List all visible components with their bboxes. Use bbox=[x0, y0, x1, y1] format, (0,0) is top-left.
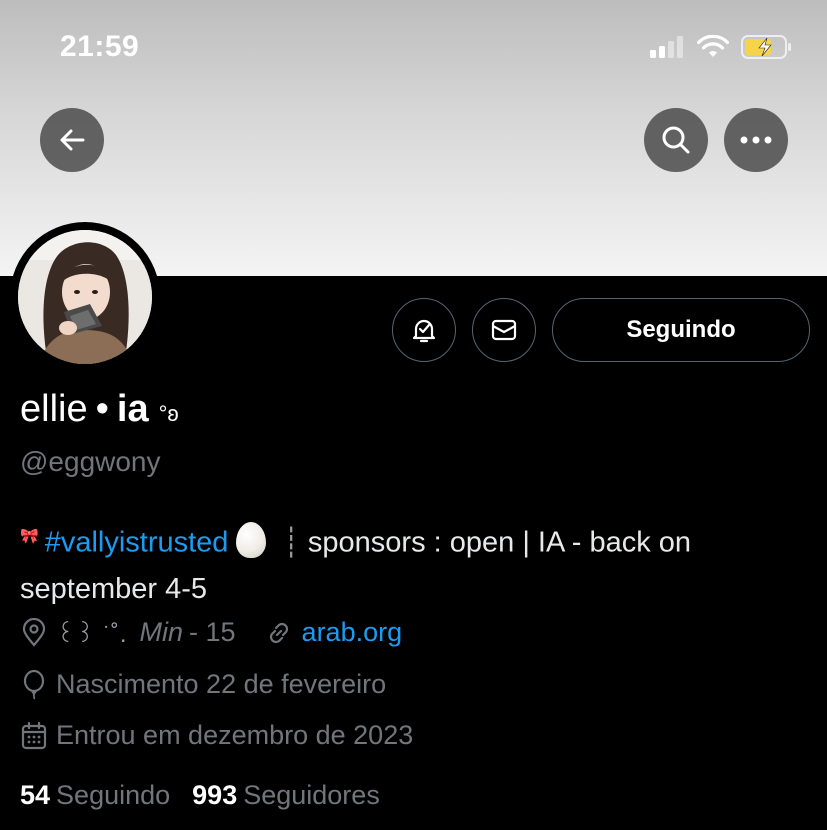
wifi-icon bbox=[697, 35, 729, 57]
joined-text: Entrou em dezembro de 2023 bbox=[56, 720, 414, 750]
name-part2: ia bbox=[116, 388, 149, 430]
following-label: Seguindo bbox=[56, 780, 171, 810]
name-separator: • bbox=[95, 388, 109, 430]
name-decoration: °ʚ bbox=[158, 401, 179, 426]
location-min: Min bbox=[139, 617, 184, 647]
back-arrow-icon bbox=[60, 129, 85, 151]
profile-handle: @eggwony bbox=[20, 446, 161, 477]
follow-stats: 54 Seguindo 993 Seguidores bbox=[20, 780, 380, 811]
avatar[interactable] bbox=[18, 230, 152, 364]
notifications-button[interactable] bbox=[392, 298, 456, 362]
followers-count: 993 bbox=[192, 780, 238, 810]
display-name: ellie • ia °ʚ bbox=[20, 388, 179, 431]
joined-row: Entrou em dezembro de 2023 bbox=[20, 720, 413, 751]
message-icon bbox=[491, 319, 517, 341]
more-options-button[interactable] bbox=[724, 108, 788, 172]
bio-hashtag-link[interactable]: #vallyistrusted bbox=[45, 527, 229, 559]
location-icon bbox=[22, 617, 46, 647]
bio-separator: ┊ bbox=[282, 526, 300, 559]
search-button[interactable] bbox=[644, 108, 708, 172]
website-link[interactable]: arab.org bbox=[302, 617, 403, 648]
following-stat[interactable]: 54 Seguindo bbox=[20, 780, 170, 811]
followers-stat[interactable]: 993 Seguidores bbox=[192, 780, 380, 811]
following-button[interactable]: Seguindo bbox=[552, 298, 810, 362]
birthday-icon bbox=[23, 669, 45, 700]
location-decoration: ꒰꒱ ͘ ˚. bbox=[56, 621, 128, 648]
birthday-row: Nascimento 22 de fevereiro bbox=[20, 668, 386, 700]
name-part1: ellie bbox=[20, 388, 88, 430]
notification-icon bbox=[412, 319, 436, 343]
egg-emoji bbox=[236, 521, 267, 558]
followers-label: Seguidores bbox=[243, 780, 380, 810]
back-button[interactable] bbox=[40, 108, 104, 172]
avatar-ring[interactable] bbox=[10, 222, 160, 372]
profile-bio: 🎀 #vallyistrusted ┊ sponsors : open | IA - … bbox=[20, 514, 810, 612]
signal-icon bbox=[650, 36, 683, 58]
calendar-icon bbox=[21, 721, 47, 749]
status-time: 21:59 bbox=[60, 30, 140, 63]
ribbon-emoji: 🎀 bbox=[20, 528, 39, 545]
message-button[interactable] bbox=[472, 298, 536, 362]
location-rest: - 15 bbox=[189, 617, 236, 647]
birthday-text: Nascimento 22 de fevereiro bbox=[56, 668, 387, 699]
following-count: 54 bbox=[20, 780, 51, 810]
link-icon bbox=[269, 622, 288, 643]
battery-icon bbox=[741, 35, 791, 59]
status-icons bbox=[649, 34, 793, 60]
location-row: ꒰꒱ ͘ ˚. Min - 15 arab.org bbox=[20, 616, 402, 649]
more-icon bbox=[740, 136, 772, 144]
search-icon bbox=[662, 126, 690, 154]
